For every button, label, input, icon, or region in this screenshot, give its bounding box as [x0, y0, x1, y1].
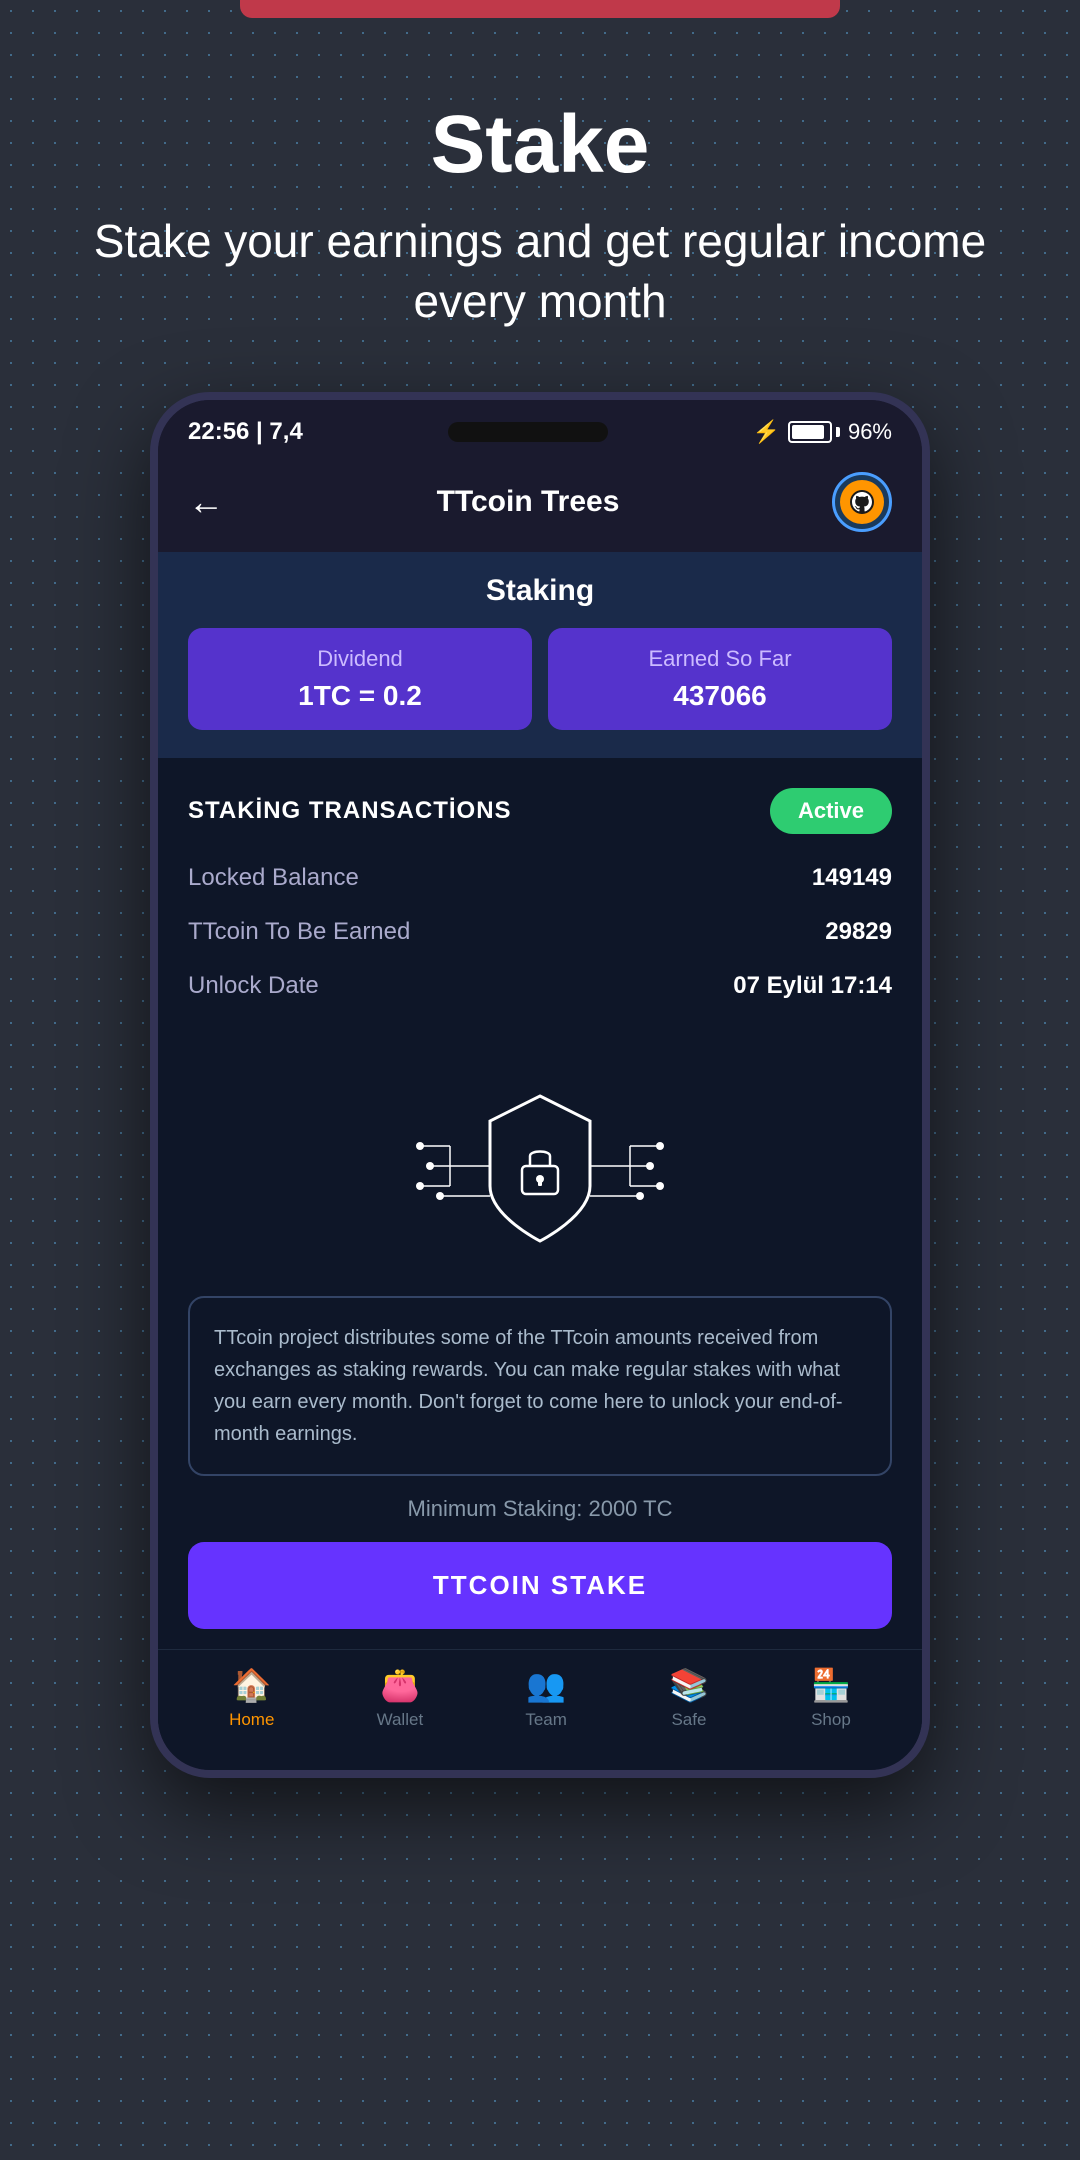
nav-label-shop: Shop — [811, 1710, 851, 1730]
transactions-title: STAKİNG TRANSACTİONS — [188, 797, 512, 825]
transactions-section: STAKİNG TRANSACTİONS Active Locked Balan… — [158, 758, 922, 1036]
nav-label-home: Home — [229, 1710, 274, 1730]
earned-label: Earned So Far — [568, 646, 872, 672]
min-staking-text: Minimum Staking: 2000 TC — [158, 1496, 922, 1522]
ttcoin-earned-value: 29829 — [825, 918, 892, 946]
wallet-icon: 👛 — [380, 1666, 420, 1704]
unlock-date-value: 07 Eylül 17:14 — [733, 972, 892, 1000]
status-time: 22:56 | 7,4 — [188, 418, 303, 446]
battery-percent: 96% — [848, 419, 892, 445]
locked-balance-value: 149149 — [812, 864, 892, 892]
nav-label-safe: Safe — [671, 1710, 706, 1730]
page-subtitle: Stake your earnings and get regular inco… — [60, 212, 1020, 332]
avatar-inner — [840, 480, 884, 524]
nav-item-shop[interactable]: 🏪 Shop — [811, 1666, 851, 1730]
earned-value: 437066 — [568, 680, 872, 712]
nav-header: ← TTcoin Trees — [158, 456, 922, 552]
nav-avatar[interactable] — [832, 472, 892, 532]
nav-item-home[interactable]: 🏠 Home — [229, 1666, 274, 1730]
stats-row: Dividend 1TC = 0.2 Earned So Far 437066 — [188, 628, 892, 730]
dividend-label: Dividend — [208, 646, 512, 672]
tx-row-locked-balance: Locked Balance 149149 — [188, 864, 892, 892]
transactions-header: STAKİNG TRANSACTİONS Active — [188, 788, 892, 834]
info-box: TTcoin project distributes some of the T… — [188, 1296, 892, 1476]
tx-row-ttcoin-earned: TTcoin To Be Earned 29829 — [188, 918, 892, 946]
staking-header: Staking Dividend 1TC = 0.2 Earned So Far… — [158, 552, 922, 758]
phone-content: Staking Dividend 1TC = 0.2 Earned So Far… — [158, 552, 922, 1770]
nav-title: TTcoin Trees — [437, 485, 620, 519]
status-bar: 22:56 | 7,4 ⚡ 96% — [158, 400, 922, 456]
top-bar — [240, 0, 840, 18]
staking-section-title: Staking — [188, 574, 892, 608]
lock-shield-icon — [390, 1066, 690, 1266]
dividend-value: 1TC = 0.2 — [208, 680, 512, 712]
info-text: TTcoin project distributes some of the T… — [214, 1322, 866, 1450]
bluetooth-icon: ⚡ — [753, 419, 780, 445]
tx-row-unlock-date: Unlock Date 07 Eylül 17:14 — [188, 972, 892, 1000]
locked-balance-label: Locked Balance — [188, 864, 359, 892]
nav-item-team[interactable]: 👥 Team — [525, 1666, 567, 1730]
earned-card: Earned So Far 437066 — [548, 628, 892, 730]
status-notch — [448, 422, 608, 442]
lock-icon-area — [158, 1036, 922, 1286]
nav-item-wallet[interactable]: 👛 Wallet — [377, 1666, 424, 1730]
page-title-section: Stake Stake your earnings and get regula… — [0, 98, 1080, 332]
bottom-nav: 🏠 Home 👛 Wallet 👥 Team 📚 Safe 🏪 Shop — [158, 1649, 922, 1750]
home-icon: 🏠 — [232, 1666, 272, 1704]
page-main-title: Stake — [60, 98, 1020, 192]
battery-icon — [788, 421, 840, 443]
unlock-date-label: Unlock Date — [188, 972, 319, 1000]
status-right: ⚡ 96% — [753, 419, 892, 445]
back-button[interactable]: ← — [188, 481, 224, 523]
active-badge: Active — [770, 788, 892, 834]
nav-label-team: Team — [525, 1710, 567, 1730]
phone-mockup: 22:56 | 7,4 ⚡ 96% ← TTcoin Trees — [150, 392, 930, 1778]
dividend-card: Dividend 1TC = 0.2 — [188, 628, 532, 730]
ttcoin-earned-label: TTcoin To Be Earned — [188, 918, 410, 946]
stake-button[interactable]: TTCOIN STAKE — [188, 1542, 892, 1629]
nav-label-wallet: Wallet — [377, 1710, 424, 1730]
shop-icon: 🏪 — [811, 1666, 851, 1704]
team-icon: 👥 — [526, 1666, 566, 1704]
nav-item-safe[interactable]: 📚 Safe — [669, 1666, 709, 1730]
safe-icon: 📚 — [669, 1666, 709, 1704]
